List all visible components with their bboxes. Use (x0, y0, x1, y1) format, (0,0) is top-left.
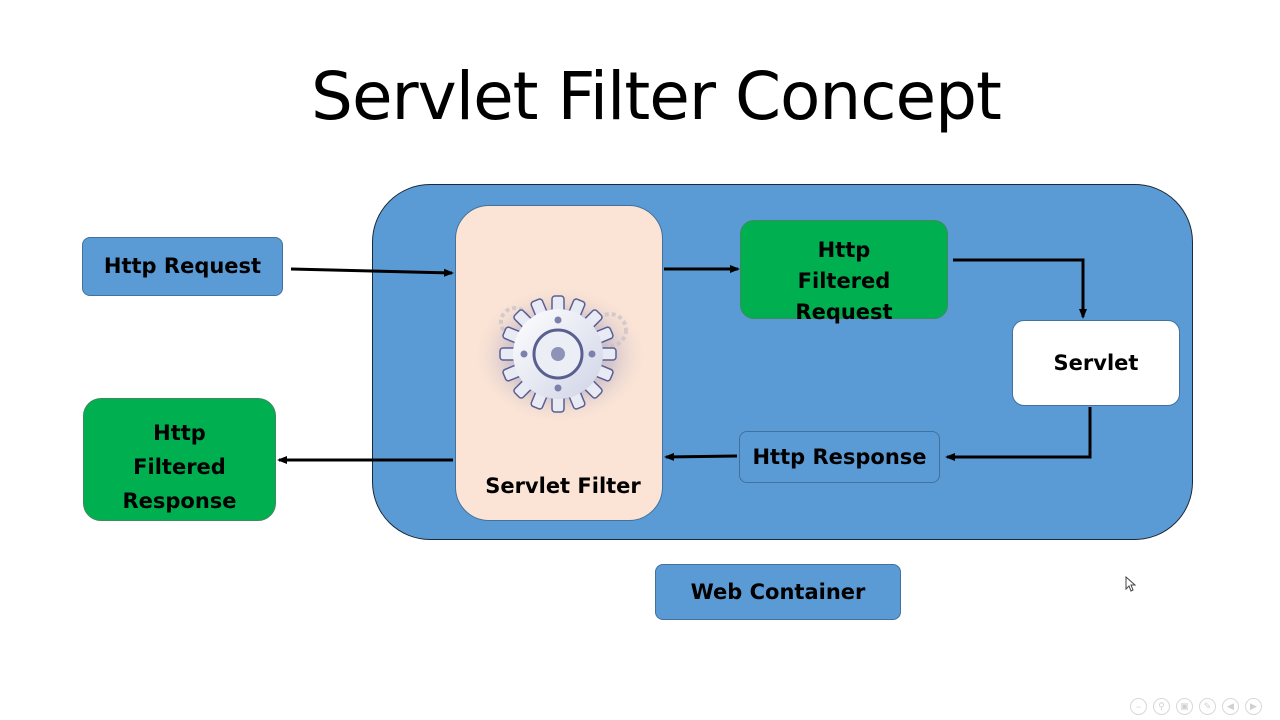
previous-icon[interactable]: ◀ (1222, 698, 1239, 715)
slides-icon[interactable]: ▣ (1176, 698, 1193, 715)
search-icon[interactable]: ⚲ (1153, 698, 1170, 715)
arrow-request-to-filter (290, 267, 454, 277)
pen-icon[interactable]: ✎ (1199, 698, 1216, 715)
connector-arrows (277, 258, 1092, 464)
arrow-response-to-filter (664, 452, 738, 461)
arrow-servlet-to-response (945, 407, 1092, 461)
mouse-cursor-icon (1125, 576, 1137, 592)
arrow-filtered-request-to-servlet (953, 258, 1087, 319)
next-icon[interactable]: ▶ (1245, 698, 1262, 715)
zoom-out-icon[interactable]: − (1130, 698, 1147, 715)
presenter-controls: − ⚲ ▣ ✎ ◀ ▶ (1130, 698, 1262, 715)
